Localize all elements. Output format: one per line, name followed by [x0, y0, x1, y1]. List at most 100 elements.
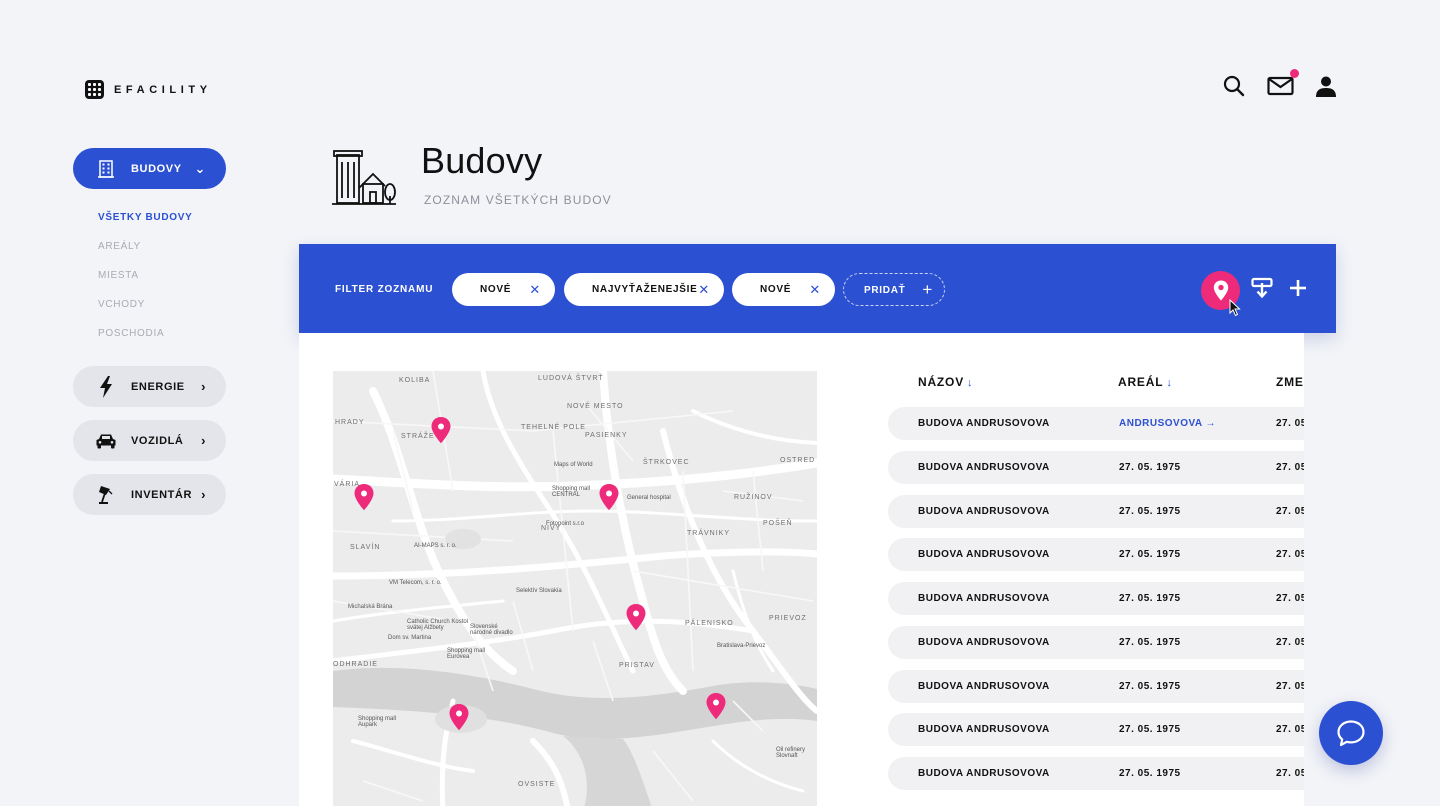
map-label: PASIENKY — [585, 432, 628, 439]
cell-date: 27. 05. 1975 — [1119, 549, 1181, 560]
cell-date: 27. 05. 1975 — [1119, 637, 1181, 648]
export-button[interactable] — [1251, 277, 1273, 304]
cell-date: 27. 05. 1975 — [1119, 724, 1181, 735]
map-label: SLAVÍN — [350, 544, 381, 551]
map-place: Shopping mall Aupark — [358, 716, 397, 728]
cell-date: 27. 05 — [1276, 549, 1304, 560]
map-pin-icon — [1213, 280, 1228, 301]
buildings-map[interactable]: KOLIBA LUDOVÁ ŠTVRŤ NOVÉ MESTO HRADY STR… — [333, 371, 817, 806]
map-place: Maps of World — [554, 462, 593, 468]
map-label: ŠTRKOVEC — [643, 459, 690, 466]
sidebar-subitem-miesta[interactable]: MIESTA — [98, 270, 193, 299]
table-row[interactable]: BUDOVA ANDRUSOVOVA 27. 05. 1975 27. 05 — [888, 757, 1304, 790]
logo-text: EFACILITY — [114, 83, 212, 96]
cell-name: BUDOVA ANDRUSOVOVA — [918, 681, 1050, 692]
content-panel: KOLIBA LUDOVÁ ŠTVRŤ NOVÉ MESTO HRADY STR… — [299, 333, 1304, 806]
sidebar-item-budovy[interactable]: BUDOVY ⌄ — [73, 148, 226, 189]
map-label: KOLIBA — [399, 377, 431, 384]
filter-bar: FILTER ZOZNAMU NOVÉ ✕ NAJVYŤAŽENEJŠIE ✕ … — [299, 244, 1336, 333]
map-place: Selektív Slovakia — [516, 588, 562, 594]
filter-chip-nove-2[interactable]: NOVÉ ✕ — [732, 273, 835, 306]
chevron-down-icon: ⌄ — [194, 160, 206, 176]
chat-button[interactable] — [1319, 701, 1383, 765]
logo-icon — [85, 80, 104, 99]
map-label: STRÁŽE — [401, 433, 435, 440]
mail-icon[interactable] — [1266, 69, 1299, 100]
cell-date: 27. 05. 1975 — [1119, 768, 1181, 779]
add-filter-button[interactable]: PRIDAŤ + — [843, 273, 945, 306]
page-title: Budovy — [421, 140, 543, 181]
add-building-button[interactable] — [1287, 277, 1309, 304]
filter-chip-label: NOVÉ — [480, 284, 512, 295]
table-row[interactable]: BUDOVA ANDRUSOVOVA 27. 05. 1975 27. 05 — [888, 670, 1304, 703]
cell-name: BUDOVA ANDRUSOVOVA — [918, 506, 1050, 517]
add-filter-label: PRIDAŤ — [864, 285, 906, 296]
column-header-areal[interactable]: AREÁL ↓ — [1118, 375, 1173, 389]
filter-chip-najvytazenejsie[interactable]: NAJVYŤAŽENEJŠIE ✕ — [564, 273, 724, 306]
cell-date: 27. 05. 1975 — [1119, 681, 1181, 692]
cell-name: BUDOVA ANDRUSOVOVA — [918, 462, 1050, 473]
cell-date: 27. 05 — [1276, 637, 1304, 648]
map-place: Slovenské národné divadlo — [470, 624, 513, 636]
close-icon[interactable]: ✕ — [529, 282, 541, 298]
table-row[interactable]: BUDOVA ANDRUSOVOVA 27. 05. 1975 27. 05 — [888, 538, 1304, 571]
table-row[interactable]: BUDOVA ANDRUSOVOVA 27. 05. 1975 27. 05 — [888, 626, 1304, 659]
map-label: POŠEŇ — [763, 520, 793, 527]
table-row[interactable]: BUDOVA ANDRUSOVOVA 27. 05. 1975 27. 05 — [888, 451, 1304, 484]
cell-date: 27. 05 — [1276, 681, 1304, 692]
table-row[interactable]: BUDOVA ANDRUSOVOVA 27. 05. 1975 27. 05 — [888, 582, 1304, 615]
sidebar-item-energie[interactable]: ENERGIE › — [73, 366, 226, 407]
close-icon[interactable]: ✕ — [809, 282, 821, 298]
sidebar-subitem-vsetky-budovy[interactable]: VŠETKY BUDOVY — [98, 212, 193, 241]
map-place: Oil refinery Slovnaft — [776, 747, 806, 759]
search-icon[interactable] — [1220, 72, 1248, 100]
chevron-right-icon: › — [201, 379, 206, 394]
sort-arrow-icon: ↓ — [1166, 377, 1173, 389]
map-place: Catholic Church Kostol svätej Alžbety — [407, 619, 469, 631]
map-place: Dom sv. Martina — [388, 635, 432, 641]
filter-chip-label: NOVÉ — [760, 284, 792, 295]
sidebar-sublist: VŠETKY BUDOVY AREÁLY MIESTA VCHODY POSCH… — [98, 212, 193, 357]
map-place: VM Telecom, s. r. o. — [389, 580, 442, 586]
cell-areal-link[interactable]: ANDRUSOVOVA → — [1119, 418, 1216, 429]
map-label: LUDOVÁ ŠTVRŤ — [538, 375, 604, 382]
map-label: ODHRADIE — [333, 661, 378, 668]
sidebar-item-inventar[interactable]: INVENTÁR › — [73, 474, 226, 515]
sidebar-item-vozidla[interactable]: VOZIDLÁ › — [73, 420, 226, 461]
map-label: PÁLENISKO — [685, 620, 734, 627]
car-icon — [95, 433, 117, 449]
column-header-zmena[interactable]: ZME — [1276, 375, 1304, 389]
plus-icon — [1290, 280, 1306, 296]
table-row[interactable]: BUDOVA ANDRUSOVOVA ANDRUSOVOVA → 27. 05 — [888, 407, 1304, 440]
table-row[interactable]: BUDOVA ANDRUSOVOVA 27. 05. 1975 27. 05 — [888, 713, 1304, 746]
notification-dot — [1290, 69, 1299, 78]
map-label: VÁRIA — [334, 481, 361, 488]
map-label: PRIEVOZ — [769, 615, 807, 622]
lamp-icon — [95, 485, 117, 505]
sidebar-item-label: INVENTÁR — [131, 488, 193, 501]
map-place: Bratislava-Prievoz — [717, 643, 766, 649]
map-place: Fotopoint s.r.o — [546, 521, 585, 527]
page-subtitle: ZOZNAM VŠETKÝCH BUDOV — [424, 193, 612, 207]
cell-name: BUDOVA ANDRUSOVOVA — [918, 768, 1050, 779]
sidebar-subitem-arealy[interactable]: AREÁLY — [98, 241, 193, 270]
map-label: TRÁVNIKY — [687, 530, 731, 537]
filter-chip-nove[interactable]: NOVÉ ✕ — [452, 273, 555, 306]
user-icon[interactable] — [1312, 72, 1340, 100]
app-logo[interactable]: EFACILITY — [85, 80, 212, 99]
map-place: Michalská Brána — [348, 604, 393, 610]
filter-chip-label: NAJVYŤAŽENEJŠIE — [592, 284, 698, 295]
map-label: TEHELNÉ POLE — [521, 424, 586, 431]
map-label: PRISTAV — [619, 662, 655, 669]
sidebar-subitem-vchody[interactable]: VCHODY — [98, 299, 193, 328]
buildings-illustration-icon — [330, 148, 398, 211]
cell-name: BUDOVA ANDRUSOVOVA — [918, 637, 1050, 648]
sidebar-subitem-poschodia[interactable]: POSCHODIA — [98, 328, 193, 357]
building-icon — [95, 159, 117, 178]
column-header-nazov[interactable]: NÁZOV ↓ — [918, 375, 973, 389]
cell-name: BUDOVA ANDRUSOVOVA — [918, 418, 1050, 429]
table-row[interactable]: BUDOVA ANDRUSOVOVA 27. 05. 1975 27. 05 — [888, 495, 1304, 528]
filter-label: FILTER ZOZNAMU — [335, 284, 434, 295]
map-label: OSTRED — [780, 457, 816, 464]
close-icon[interactable]: ✕ — [698, 282, 710, 298]
